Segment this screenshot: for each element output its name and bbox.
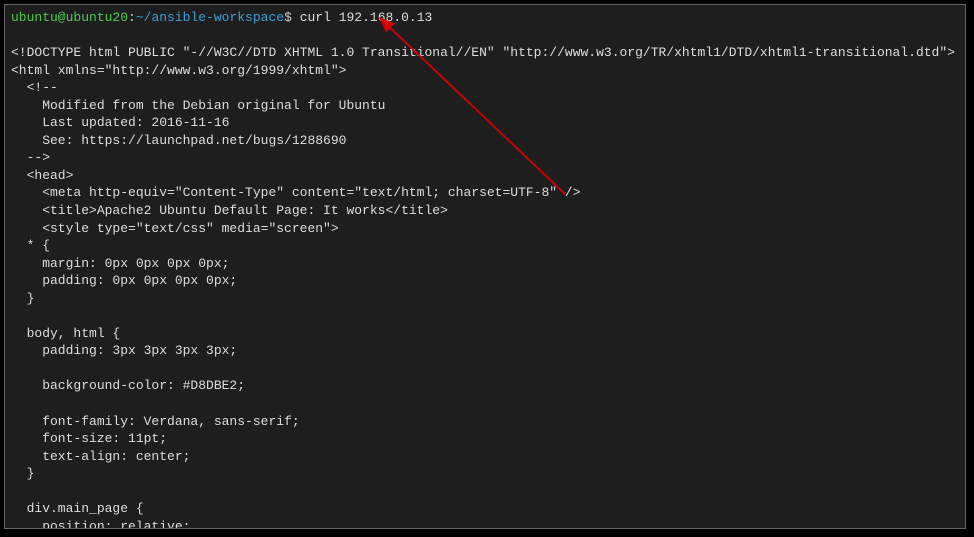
prompt-dollar: $ — [284, 10, 292, 25]
output-line: background-color: #D8DBE2; — [11, 378, 245, 393]
output-line: Last updated: 2016-11-16 — [11, 115, 229, 130]
output-line: <meta http-equiv="Content-Type" content=… — [11, 185, 581, 200]
output-line: Modified from the Debian original for Ub… — [11, 98, 385, 113]
output-line: } — [11, 291, 34, 306]
output-line: padding: 3px 3px 3px 3px; — [11, 343, 237, 358]
prompt-user: ubuntu@ubuntu20 — [11, 10, 128, 25]
output-line: <!-- — [11, 80, 58, 95]
output-line: text-align: center; — [11, 449, 190, 464]
output-line: position: relative; — [11, 519, 190, 529]
output-line: <!DOCTYPE html PUBLIC "-//W3C//DTD XHTML… — [11, 45, 955, 60]
output-line: margin: 0px 0px 0px 0px; — [11, 256, 229, 271]
output-line: <style type="text/css" media="screen"> — [11, 221, 339, 236]
output-line: font-size: 11pt; — [11, 431, 167, 446]
output-line: <html xmlns="http://www.w3.org/1999/xhtm… — [11, 63, 346, 78]
output-line: } — [11, 466, 34, 481]
output-line: padding: 0px 0px 0px 0px; — [11, 273, 237, 288]
output-line: * { — [11, 238, 50, 253]
output-line: <head> — [11, 168, 73, 183]
output-line: --> — [11, 150, 50, 165]
output-line: <title>Apache2 Ubuntu Default Page: It w… — [11, 203, 448, 218]
output-line: font-family: Verdana, sans-serif; — [11, 414, 300, 429]
command-text: curl 192.168.0.13 — [300, 10, 433, 25]
output-line: body, html { — [11, 326, 120, 341]
output-line: See: https://launchpad.net/bugs/1288690 — [11, 133, 346, 148]
output-line: div.main_page { — [11, 501, 144, 516]
prompt-separator: : — [128, 10, 136, 25]
prompt-path: ~/ansible-workspace — [136, 10, 284, 25]
terminal-window[interactable]: ubuntu@ubuntu20:~/ansible-workspace$ cur… — [4, 4, 966, 529]
